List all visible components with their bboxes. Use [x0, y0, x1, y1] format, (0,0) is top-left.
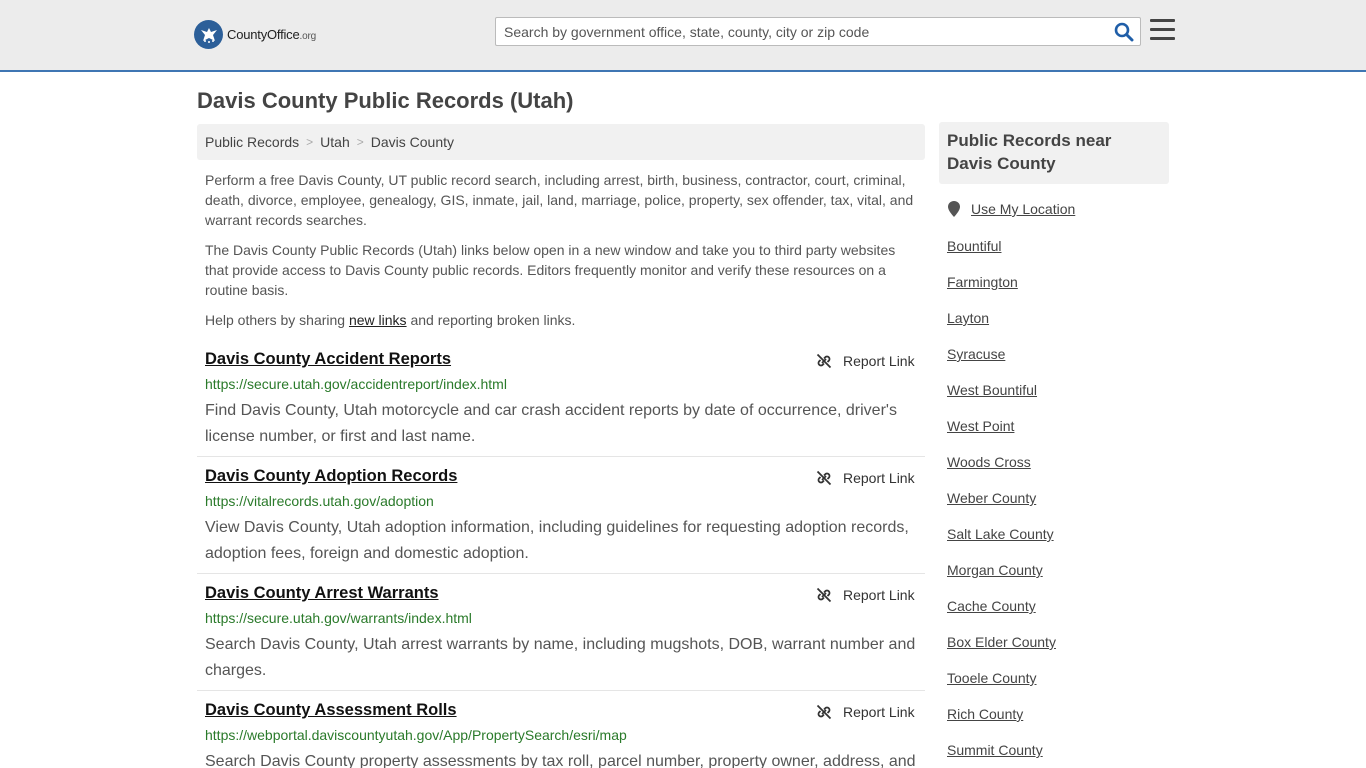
sidebar-link-west-bountiful[interactable]: West Bountiful [947, 382, 1037, 398]
broken-link-icon [816, 470, 832, 486]
search-icon[interactable] [1114, 22, 1134, 42]
record-item: Davis County Assessment Rolls Report Lin… [197, 691, 925, 768]
site-logo[interactable]: CountyOffice.org [194, 20, 316, 49]
record-description: Search Davis County, Utah arrest warrant… [205, 636, 916, 679]
sidebar-link-cache-county[interactable]: Cache County [947, 598, 1036, 614]
broken-link-icon [816, 704, 832, 720]
sidebar-link-woods-cross[interactable]: Woods Cross [947, 454, 1031, 470]
page-title: Davis County Public Records (Utah) [197, 88, 574, 113]
breadcrumb-utah[interactable]: Utah [320, 134, 350, 150]
sidebar-heading: Public Records near Davis County [939, 122, 1169, 184]
record-url[interactable]: https://webportal.daviscountyutah.gov/Ap… [205, 727, 627, 743]
search-box [495, 17, 1141, 46]
breadcrumb-davis-county[interactable]: Davis County [371, 134, 454, 150]
record-item: Davis County Arrest Warrants Report Link… [197, 574, 925, 691]
sidebar-link-farmington[interactable]: Farmington [947, 274, 1018, 290]
eagle-logo-icon [194, 20, 223, 49]
sidebar-link-morgan-county[interactable]: Morgan County [947, 562, 1043, 578]
map-pin-icon [948, 201, 960, 217]
intro-paragraph: Perform a free Davis County, UT public r… [205, 172, 914, 228]
record-description: Find Davis County, Utah motorcycle and c… [205, 402, 897, 445]
disclaimer-paragraph: The Davis County Public Records (Utah) l… [205, 242, 896, 298]
record-item: Davis County Accident Reports Report Lin… [197, 340, 925, 457]
report-link-button[interactable]: Report Link [816, 470, 915, 486]
breadcrumb-public-records[interactable]: Public Records [205, 134, 299, 150]
use-my-location-link[interactable]: Use My Location [947, 201, 1075, 217]
record-url[interactable]: https://vitalrecords.utah.gov/adoption [205, 493, 434, 509]
sidebar-link-bountiful[interactable]: Bountiful [947, 238, 1001, 254]
new-links-link[interactable]: new links [349, 312, 407, 328]
chevron-right-icon: > [356, 135, 364, 149]
sidebar-link-box-elder-county[interactable]: Box Elder County [947, 634, 1056, 650]
chevron-right-icon: > [306, 135, 314, 149]
broken-link-icon [816, 587, 832, 603]
sidebar-link-layton[interactable]: Layton [947, 310, 989, 326]
record-title-link[interactable]: Davis County Assessment Rolls [205, 701, 457, 720]
share-links-paragraph: Help others by sharing new links and rep… [205, 312, 576, 328]
record-description: Search Davis County property assessments… [205, 753, 916, 768]
search-input[interactable] [496, 18, 1106, 45]
report-link-button[interactable]: Report Link [816, 353, 915, 369]
report-link-button[interactable]: Report Link [816, 704, 915, 720]
hamburger-menu-icon[interactable] [1150, 19, 1175, 41]
site-header: CountyOffice.org [0, 0, 1366, 72]
sidebar-link-salt-lake-county[interactable]: Salt Lake County [947, 526, 1054, 542]
broken-link-icon [816, 353, 832, 369]
record-url[interactable]: https://secure.utah.gov/warrants/index.h… [205, 610, 472, 626]
sidebar-link-tooele-county[interactable]: Tooele County [947, 670, 1037, 686]
sidebar-link-summit-county[interactable]: Summit County [947, 742, 1043, 758]
report-link-button[interactable]: Report Link [816, 587, 915, 603]
sidebar-link-weber-county[interactable]: Weber County [947, 490, 1036, 506]
record-url[interactable]: https://secure.utah.gov/accidentreport/i… [205, 376, 507, 392]
breadcrumb: Public Records > Utah > Davis County [197, 124, 925, 160]
record-title-link[interactable]: Davis County Adoption Records [205, 467, 457, 486]
record-description: View Davis County, Utah adoption informa… [205, 519, 909, 562]
logo-text: CountyOffice.org [227, 27, 316, 42]
sidebar-link-syracuse[interactable]: Syracuse [947, 346, 1005, 362]
sidebar-link-rich-county[interactable]: Rich County [947, 706, 1023, 722]
record-title-link[interactable]: Davis County Accident Reports [205, 350, 451, 369]
sidebar-link-west-point[interactable]: West Point [947, 418, 1014, 434]
record-item: Davis County Adoption Records Report Lin… [197, 457, 925, 574]
record-title-link[interactable]: Davis County Arrest Warrants [205, 584, 439, 603]
